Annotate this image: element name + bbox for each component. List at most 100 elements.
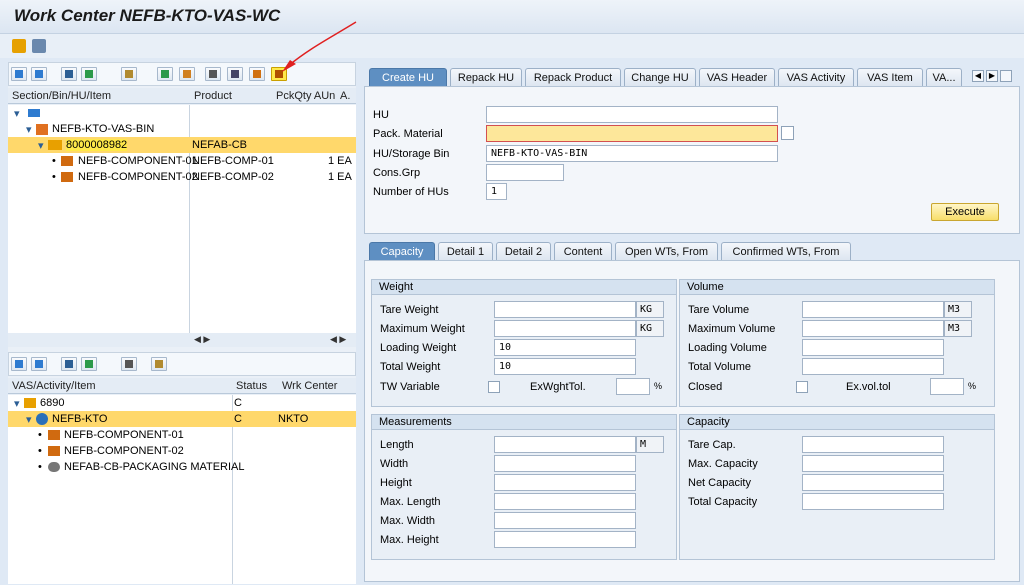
loading-weight-label: Loading Weight <box>380 342 457 354</box>
closed-checkbox[interactable] <box>796 381 808 393</box>
tree-row[interactable]: • NEFAB-CB-PACKAGING MATERIAL <box>8 459 358 475</box>
tab-detail-2[interactable]: Detail 2 <box>496 242 551 260</box>
number-hus-label: Number of HUs <box>373 186 449 198</box>
hu-input[interactable] <box>486 106 778 123</box>
tab-open-wts[interactable]: Open WTs, From <box>615 242 718 260</box>
tab-vas-activity[interactable]: VAS Activity <box>778 68 854 86</box>
max-weight-label: Maximum Weight <box>380 323 465 335</box>
volume-group: Volume Tare Volume M3 Maximum Volume M3 … <box>679 279 995 407</box>
hu-tree-scrollbar[interactable]: ◀ ▶ ◀ ▶ <box>8 333 356 347</box>
tab-list-icon[interactable] <box>1000 70 1012 82</box>
loading-volume-input[interactable] <box>802 339 944 356</box>
net-capacity-input[interactable] <box>802 474 944 491</box>
find-icon[interactable] <box>61 67 77 81</box>
total-weight-input[interactable]: 10 <box>494 358 636 375</box>
col-vas[interactable]: VAS/Activity/Item <box>12 380 96 392</box>
sum-icon[interactable] <box>81 357 97 371</box>
tare-volume-input[interactable] <box>802 301 944 318</box>
capacity-group: Capacity Tare Cap. Max. Capacity Net Cap… <box>679 414 995 560</box>
height-input[interactable] <box>494 474 636 491</box>
hu-icon <box>48 140 62 150</box>
layout-icon[interactable] <box>121 67 137 81</box>
print-icon[interactable] <box>205 67 221 81</box>
storage-bin-input[interactable]: NEFB-KTO-VAS-BIN <box>486 145 778 162</box>
edit-icon[interactable] <box>157 67 173 81</box>
expand-icon[interactable] <box>11 67 27 81</box>
tab-va-more[interactable]: VA... <box>926 68 962 86</box>
value-help-icon[interactable] <box>781 126 794 140</box>
pack-material-input[interactable] <box>486 125 778 142</box>
tree-row-selected[interactable]: ▾ 8000008982 NEFAB-CB <box>8 137 356 153</box>
tab-change-hu[interactable]: Change HU <box>624 68 696 86</box>
tree-row[interactable]: ▾ 6890 C <box>8 395 358 411</box>
tree-row[interactable]: • NEFB-COMPONENT-02 <box>8 443 358 459</box>
tree-row[interactable]: • NEFB-COMPONENT-02 NEFB-COMP-02 1 EA <box>8 169 358 185</box>
total-volume-label: Total Volume <box>688 361 751 373</box>
delete-icon[interactable] <box>227 67 243 81</box>
max-weight-unit[interactable]: KG <box>636 320 664 337</box>
total-volume-input[interactable] <box>802 358 944 375</box>
max-height-input[interactable] <box>494 531 636 548</box>
tree-row[interactable]: • NEFB-COMPONENT-01 NEFB-COMP-01 1 EA <box>8 153 358 169</box>
tab-scroll-left-icon[interactable]: ◀ <box>972 70 984 82</box>
length-input[interactable] <box>494 436 636 453</box>
tab-repack-product[interactable]: Repack Product <box>525 68 621 86</box>
max-weight-input[interactable] <box>494 320 636 337</box>
col-a[interactable]: A. <box>340 90 350 102</box>
max-volume-input[interactable] <box>802 320 944 337</box>
tree-row[interactable]: • NEFB-COMPONENT-01 <box>8 427 358 443</box>
max-width-input[interactable] <box>494 512 636 529</box>
print-icon[interactable] <box>121 357 137 371</box>
expand-icon[interactable] <box>11 357 27 371</box>
max-capacity-input[interactable] <box>802 455 944 472</box>
col-wrkcenter[interactable]: Wrk Center <box>282 380 337 392</box>
exwght-input[interactable] <box>616 378 650 395</box>
collapse-icon[interactable] <box>31 357 47 371</box>
tare-weight-unit[interactable]: KG <box>636 301 664 318</box>
tab-content[interactable]: Content <box>554 242 612 260</box>
tab-scroll-right-icon[interactable]: ▶ <box>986 70 998 82</box>
tree-row[interactable]: ▾ NEFB-KTO-VAS-BIN <box>8 121 358 137</box>
loading-weight-input[interactable]: 10 <box>494 339 636 356</box>
width-input[interactable] <box>494 455 636 472</box>
tw-variable-checkbox[interactable] <box>488 381 500 393</box>
sort-icon[interactable] <box>179 67 195 81</box>
attachment-icon <box>48 462 60 472</box>
tab-capacity[interactable]: Capacity <box>369 242 435 260</box>
max-volume-unit[interactable]: M3 <box>944 320 972 337</box>
tare-weight-input[interactable] <box>494 301 636 318</box>
total-capacity-input[interactable] <box>802 493 944 510</box>
tree-row-selected[interactable]: ▾ NEFB-KTO C NKTO <box>8 411 356 427</box>
exvol-input[interactable] <box>930 378 964 395</box>
col-section[interactable]: Section/Bin/HU/Item <box>12 90 111 102</box>
tab-create-hu[interactable]: Create HU <box>369 68 447 86</box>
refresh-icon[interactable] <box>32 39 46 53</box>
vas-tree: ▾ 6890 C ▾ NEFB-KTO C NKTO • NEFB-COMPON… <box>8 395 356 584</box>
cons-grp-input[interactable] <box>486 164 564 181</box>
col-pckqty[interactable]: PckQty AUn <box>276 90 335 102</box>
measurements-group: Measurements Length M Width Height Max. … <box>371 414 677 560</box>
save-icon[interactable] <box>12 39 26 53</box>
tab-vas-header[interactable]: VAS Header <box>699 68 775 86</box>
max-height-label: Max. Height <box>380 534 439 546</box>
execute-button[interactable]: Execute <box>931 203 999 221</box>
tree-row[interactable]: ▾ <box>8 105 358 121</box>
tare-cap-input[interactable] <box>802 436 944 453</box>
tab-detail-1[interactable]: Detail 1 <box>438 242 493 260</box>
col-product[interactable]: Product <box>194 90 232 102</box>
col-status[interactable]: Status <box>236 380 267 392</box>
number-hus-input[interactable]: 1 <box>486 183 507 200</box>
exvol-label: Ex.vol.tol <box>846 381 891 393</box>
sum-icon[interactable] <box>81 67 97 81</box>
layout-icon[interactable] <box>151 357 167 371</box>
tab-confirmed-wts[interactable]: Confirmed WTs, From <box>721 242 851 260</box>
tab-vas-item[interactable]: VAS Item <box>857 68 923 86</box>
length-unit[interactable]: M <box>636 436 664 453</box>
max-capacity-label: Max. Capacity <box>688 458 758 470</box>
pack-icon[interactable] <box>249 67 265 81</box>
max-length-input[interactable] <box>494 493 636 510</box>
tare-volume-unit[interactable]: M3 <box>944 301 972 318</box>
find-icon[interactable] <box>61 357 77 371</box>
tab-repack-hu[interactable]: Repack HU <box>450 68 522 86</box>
collapse-icon[interactable] <box>31 67 47 81</box>
